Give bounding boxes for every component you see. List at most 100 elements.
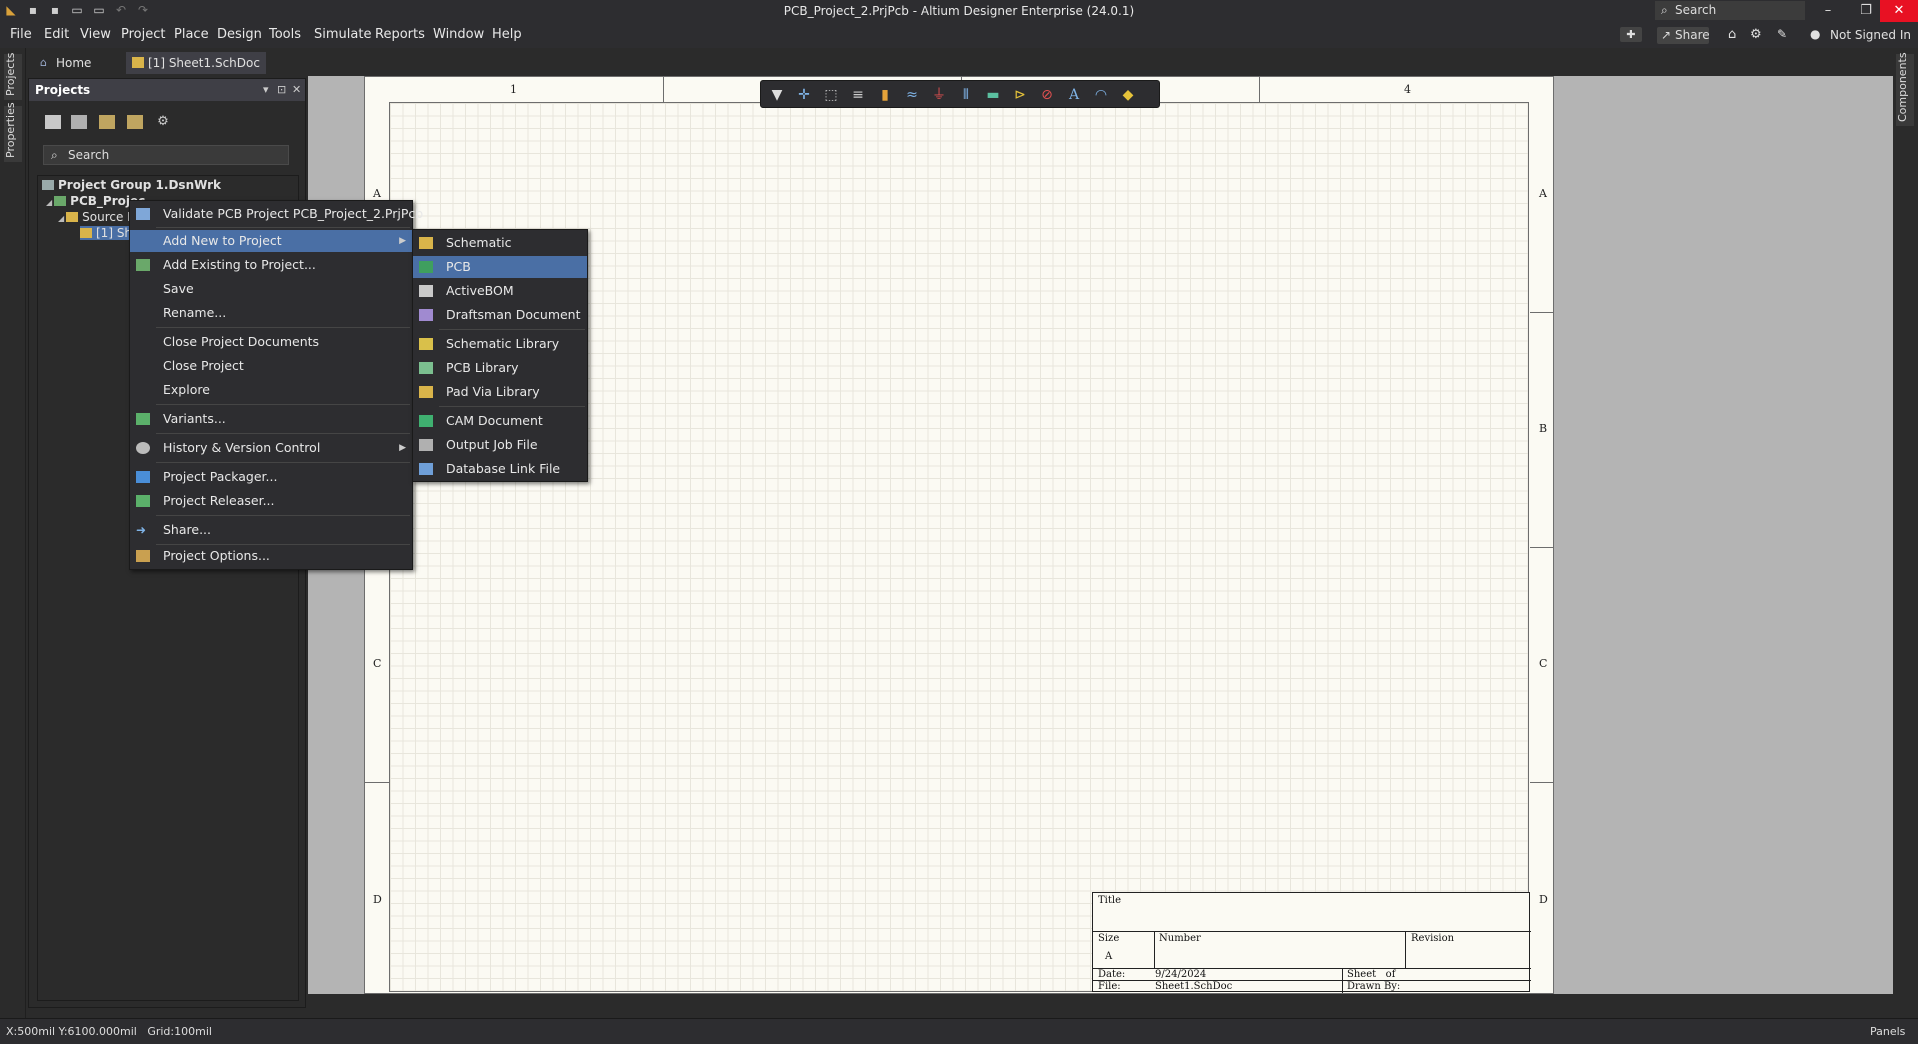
share-button[interactable]: ↗ Share (1657, 27, 1710, 44)
submenu-activebom[interactable]: ActiveBOM (413, 280, 587, 302)
projects-search-placeholder: Search (68, 148, 110, 162)
bus-icon[interactable]: ⫴ (958, 87, 974, 103)
zone-divider (1530, 782, 1554, 783)
extensions-icon[interactable]: ✎ (1777, 27, 1787, 41)
text-icon[interactable]: A (1066, 87, 1082, 103)
share-arrow-icon: ↗ (1661, 28, 1672, 42)
menu-save[interactable]: Save (130, 278, 412, 300)
panel-close-icon[interactable]: ✕ (292, 79, 301, 101)
submenu-cam-document[interactable]: CAM Document (413, 410, 587, 432)
submenu-pad-via-library[interactable]: Pad Via Library (413, 381, 587, 403)
tab-sheet1[interactable]: [1] Sheet1.SchDoc (126, 52, 266, 74)
menu-add-new-to-project[interactable]: Add New to Project ▶ (130, 230, 412, 252)
submenu-item-label: Draftsman Document (446, 307, 581, 322)
schematic-sheet[interactable]: 1 4 A C D A B C D Title Size A Number Re… (364, 76, 1554, 994)
expand-arrow-icon: ◢ (58, 214, 65, 223)
part-icon[interactable]: ▮ (877, 87, 893, 103)
panels-button[interactable]: Panels (1870, 1025, 1905, 1038)
align-icon[interactable]: ≡ (850, 87, 866, 103)
save-project-icon[interactable] (45, 115, 61, 129)
projects-side-tab[interactable]: Projects (4, 53, 22, 100)
menu-help[interactable]: Help (492, 27, 522, 42)
submenu-database-link-file[interactable]: Database Link File (413, 458, 587, 480)
pcblib-icon (419, 362, 433, 374)
row-label-a-right: A (1539, 187, 1547, 200)
properties-side-tab[interactable]: Properties (4, 102, 22, 162)
title-block-line (1154, 931, 1155, 968)
components-side-tab[interactable]: Components (1896, 52, 1914, 126)
sheet-symbol-icon[interactable]: ▬ (985, 87, 1001, 103)
menu-project-packager[interactable]: Project Packager... (130, 466, 412, 488)
title-block-date-label: Date: (1098, 969, 1126, 980)
menu-design[interactable]: Design (217, 27, 262, 42)
menu-file[interactable]: File (10, 27, 32, 42)
menu-view[interactable]: View (80, 27, 111, 42)
menu-project-options[interactable]: Project Options... (130, 545, 412, 567)
schematic-doc-icon (132, 57, 144, 68)
projects-search-input[interactable]: ⌕ Search (43, 145, 289, 165)
menu-place[interactable]: Place (174, 27, 209, 42)
menu-add-existing[interactable]: Add Existing to Project... (130, 254, 412, 276)
menu-simulate[interactable]: Simulate (314, 27, 371, 42)
menu-window[interactable]: Window (433, 27, 484, 42)
move-crosshair-icon[interactable]: ✛ (796, 87, 812, 103)
title-block-file-label: File: (1098, 981, 1121, 992)
open-folder-icon[interactable] (99, 115, 115, 129)
menu-share[interactable]: ➜ Share... (130, 519, 412, 541)
panel-menu-icon[interactable]: ▾ (263, 79, 269, 101)
tab-home-page[interactable]: ⌂ Home Page (34, 52, 124, 92)
title-block-size-value: A (1105, 951, 1113, 962)
history-icon (136, 442, 150, 454)
harness-icon[interactable]: ◆ (1120, 87, 1136, 103)
menu-explore[interactable]: Explore (130, 379, 412, 401)
schematic-doc-icon (80, 228, 92, 238)
search-placeholder: Search (1675, 3, 1717, 17)
submenu-pcb-library[interactable]: PCB Library (413, 357, 587, 379)
open-project-folder-icon[interactable] (127, 115, 143, 129)
title-block-line (1342, 968, 1343, 993)
menu-rename[interactable]: Rename... (130, 302, 412, 324)
menu-project-releaser[interactable]: Project Releaser... (130, 490, 412, 512)
schematic-icon (419, 237, 433, 249)
zone-divider (365, 782, 389, 783)
home-icon[interactable]: ⌂ (1728, 27, 1736, 42)
menu-project[interactable]: Project (121, 27, 165, 42)
row-label-c: C (373, 657, 382, 670)
menu-variants[interactable]: Variants... (130, 408, 412, 430)
port-icon[interactable]: ⊳ (1012, 87, 1028, 103)
filter-icon[interactable]: ▼ (769, 87, 785, 103)
submenu-draftsman[interactable]: Draftsman Document (413, 304, 587, 326)
menu-separator (156, 515, 410, 516)
wire-icon[interactable]: ≈ (904, 87, 920, 103)
power-port-icon[interactable]: ⏚ (931, 87, 947, 103)
pin-icon[interactable]: ⊡ (277, 79, 286, 101)
submenu-schematic[interactable]: Schematic (413, 232, 587, 254)
tree-project-group[interactable]: Project Group 1.DsnWrk (42, 178, 221, 192)
notifications-icon[interactable]: ✚ (1620, 27, 1642, 42)
menu-close-project-documents[interactable]: Close Project Documents (130, 331, 412, 353)
select-rectangle-icon[interactable]: ⬚ (823, 87, 839, 103)
menu-reports[interactable]: Reports (375, 27, 425, 42)
submenu-item-label: Schematic (446, 235, 512, 250)
tree-source-folder[interactable]: ◢ Source D (58, 210, 136, 224)
save-all-projects-icon[interactable] (71, 115, 87, 129)
menu-history-version-control[interactable]: History & Version Control ▶ (130, 437, 412, 459)
user-icon[interactable]: ● (1810, 27, 1820, 41)
title-block[interactable]: Title Size A Number Revision Date: 9/24/… (1092, 892, 1531, 993)
arc-icon[interactable]: ◠ (1093, 87, 1109, 103)
gear-icon[interactable]: ⚙ (1750, 27, 1762, 42)
menu-close-project[interactable]: Close Project (130, 355, 412, 377)
menu-tools[interactable]: Tools (269, 27, 301, 42)
submenu-schematic-library[interactable]: Schematic Library (413, 333, 587, 355)
menu-edit[interactable]: Edit (44, 27, 69, 42)
directive-icon[interactable]: ⊘ (1039, 87, 1055, 103)
close-button[interactable]: ✕ (1880, 0, 1918, 22)
menu-separator (156, 227, 410, 228)
sign-in-status[interactable]: Not Signed In (1830, 28, 1911, 42)
submenu-pcb[interactable]: PCB (413, 256, 587, 278)
global-search-input[interactable]: ⌕ Search (1655, 1, 1805, 20)
minimize-button[interactable]: – (1809, 0, 1847, 22)
settings-gear-icon[interactable]: ⚙ (155, 115, 171, 129)
submenu-output-job-file[interactable]: Output Job File (413, 434, 587, 456)
menu-validate-project[interactable]: Validate PCB Project PCB_Project_2.PrjPc… (130, 203, 423, 225)
